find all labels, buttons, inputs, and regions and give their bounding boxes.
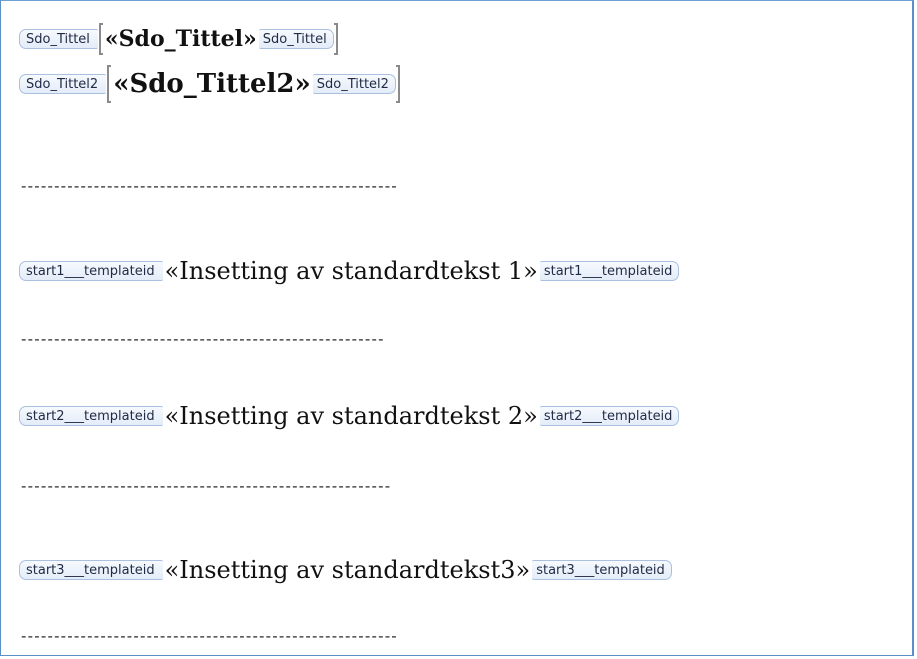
content-control-end-tag[interactable]: start1___templateid [539, 261, 680, 281]
content-control-close-bracket [395, 65, 400, 103]
content-control-sdo-tittel2[interactable]: Sdo_Tittel2 «Sdo_Tittel2» Sdo_Tittel2 [19, 65, 401, 103]
content-control-start-tag[interactable]: start3___templateid [19, 560, 163, 580]
separator-line: ----------------------------------------… [21, 177, 398, 195]
content-control-start-tag[interactable]: start2___templateid [19, 406, 163, 426]
content-control-sdo-tittel[interactable]: Sdo_Tittel «Sdo_Tittel» Sdo_Tittel [19, 23, 339, 55]
content-control-start-tag[interactable]: Sdo_Tittel2 [19, 74, 107, 94]
content-control-end-tag[interactable]: Sdo_Tittel2 [312, 74, 396, 94]
merge-field-standardtekst-2[interactable]: «Insetting av standardtekst 2» [163, 402, 540, 430]
content-control-end-tag[interactable]: Sdo_Tittel [258, 29, 334, 49]
content-control-start3[interactable]: start3___templateid «Insetting av standa… [19, 556, 672, 584]
separator-line: ----------------------------------------… [21, 627, 398, 645]
document-page: Sdo_Tittel «Sdo_Tittel» Sdo_Tittel Sdo_T… [0, 0, 914, 656]
separator-line: ----------------------------------------… [21, 477, 392, 495]
content-control-end-tag[interactable]: start2___templateid [539, 406, 680, 426]
merge-field-standardtekst-3[interactable]: «Insetting av standardtekst3» [163, 556, 533, 584]
content-control-start1[interactable]: start1___templateid «Insetting av standa… [19, 257, 680, 285]
content-control-start2[interactable]: start2___templateid «Insetting av standa… [19, 402, 680, 430]
content-control-end-tag[interactable]: start3___templateid [532, 560, 672, 580]
content-control-start-tag[interactable]: Sdo_Tittel [19, 29, 98, 49]
separator-line: ----------------------------------------… [21, 330, 385, 348]
content-control-start-tag[interactable]: start1___templateid [19, 261, 163, 281]
merge-field-standardtekst-1[interactable]: «Insetting av standardtekst 1» [163, 257, 540, 285]
merge-field-sdo-tittel[interactable]: «Sdo_Tittel» [103, 26, 259, 52]
merge-field-sdo-tittel2[interactable]: «Sdo_Tittel2» [111, 69, 313, 99]
content-control-close-bracket [333, 23, 338, 55]
